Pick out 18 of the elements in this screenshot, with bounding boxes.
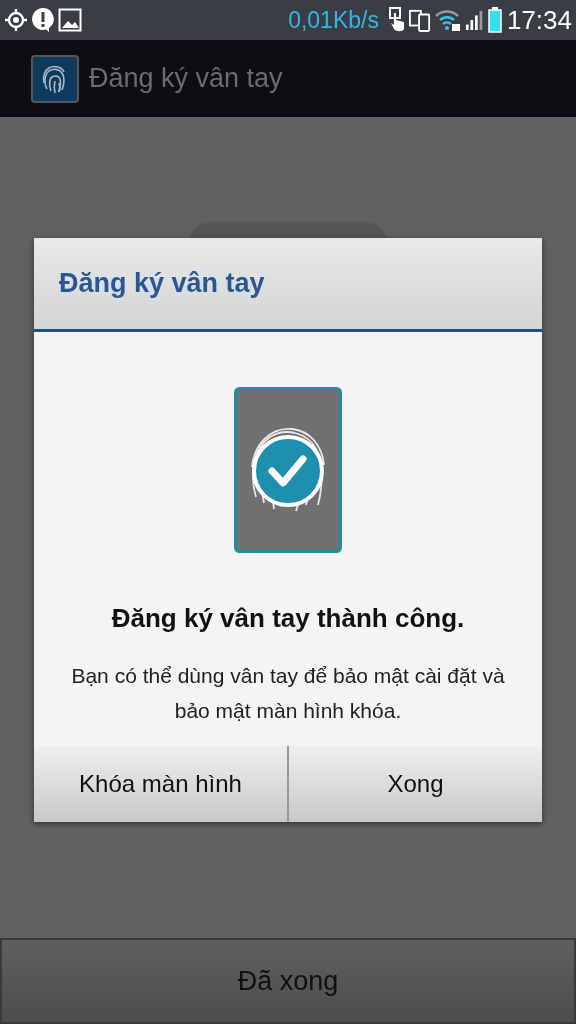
app-title: Đăng ký vân tay [89,63,283,94]
done-button[interactable]: Xong [289,746,542,822]
fingerprint-check-icon [234,387,342,553]
image-icon [58,8,82,32]
success-heading: Đăng ký vân tay thành công. [111,603,465,634]
alert-icon [31,7,55,33]
touch-icon [387,7,406,33]
battery-icon [487,7,502,33]
dialog-title: Đăng ký vân tay [59,268,265,299]
network-speed: 0,01Kb/s [288,6,379,34]
devices-icon [408,8,431,32]
lock-screen-button[interactable]: Khóa màn hình [34,746,287,822]
wifi-lock-icon [433,8,462,32]
clock: 17:34 [506,4,572,36]
location-icon [4,8,28,32]
signal-icon [464,8,485,32]
dialog-message: Bạn có thể dùng vân tay để bảo mật cài đặt và bảo mật màn hình khóa. [70,663,506,724]
fingerprint-icon [31,54,79,103]
